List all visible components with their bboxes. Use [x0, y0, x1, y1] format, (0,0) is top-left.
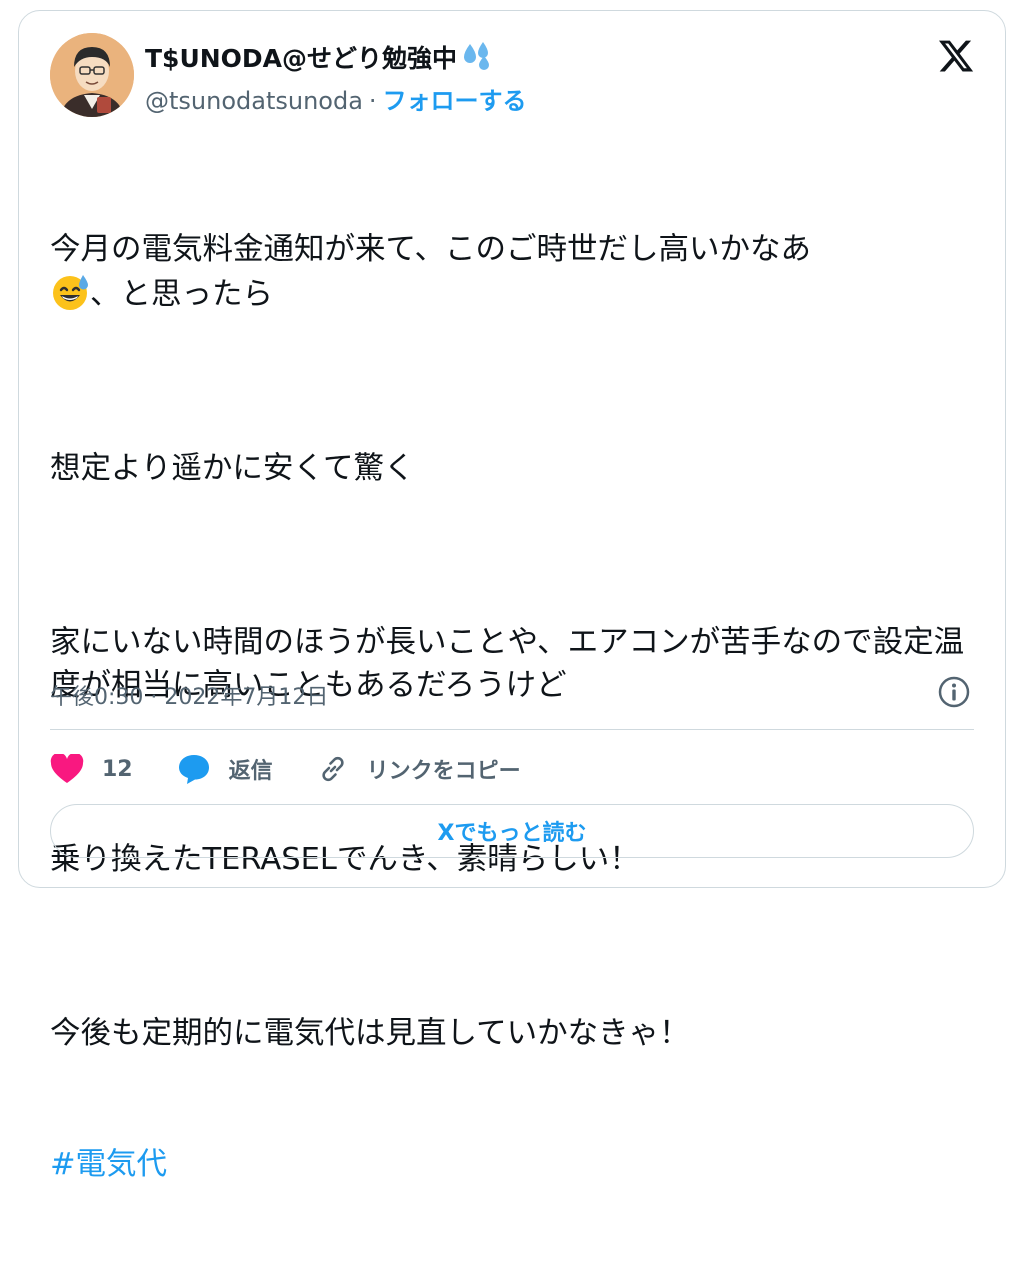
tweet-paragraph-1: 今月の電気料金通知が来て、このご時世だし高いかなあ 、と思ったら — [50, 228, 980, 316]
hashtag-link[interactable]: #電気代 — [50, 1143, 980, 1187]
heart-icon — [50, 754, 84, 783]
avatar[interactable] — [50, 33, 134, 117]
x-logo-icon[interactable] — [937, 37, 975, 75]
tweet-paragraph-5: 今後も定期的に電気代は見直していかなきゃ！ — [50, 1016, 690, 1051]
tweet-paragraph-2: 想定より遥かに安くて驚く — [50, 450, 415, 486]
tweet-line-1: 今月の電気料金通知が来て、このご時世だし高いかなあ — [50, 232, 811, 267]
copy-link-label: リンクをコピー — [366, 759, 521, 784]
reply-button[interactable]: 返信 — [177, 753, 273, 785]
read-more-on-x-button[interactable]: Xでもっと読む — [50, 804, 974, 858]
tweet-line-2: 、と思ったら — [90, 276, 273, 312]
like-count: 12 — [102, 756, 133, 782]
tweet-timestamp[interactable]: 午後0:30 · 2022年7月12日 — [50, 679, 328, 711]
info-icon[interactable] — [937, 675, 971, 709]
link-icon — [322, 756, 344, 782]
grinning-sweat-emoji-icon — [50, 272, 90, 312]
divider — [50, 729, 974, 730]
separator-dot: · — [368, 87, 377, 115]
speech-bubble-icon — [178, 755, 209, 784]
read-more-label: Xでもっと読む — [437, 821, 587, 846]
sweat-droplets-icon — [460, 40, 494, 76]
copy-link-button[interactable]: リンクをコピー — [317, 753, 521, 785]
author-handle[interactable]: @tsunodatsunoda — [145, 87, 363, 115]
author-name-text: T$UNODA@せどり勉強中 — [145, 44, 458, 73]
author-display-name[interactable]: T$UNODA@せどり勉強中 — [145, 39, 494, 76]
action-bar: 12 返信 リンクをコピー — [50, 749, 565, 789]
author-handle-row: @tsunodatsunoda · フォローする — [145, 81, 527, 116]
follow-button[interactable]: フォローする — [383, 87, 527, 115]
reply-label: 返信 — [228, 759, 273, 784]
like-button[interactable]: 12 — [50, 754, 133, 784]
embedded-tweet-card: T$UNODA@せどり勉強中 @tsunodatsunoda · フォローする 今月… — [18, 10, 1006, 1182]
